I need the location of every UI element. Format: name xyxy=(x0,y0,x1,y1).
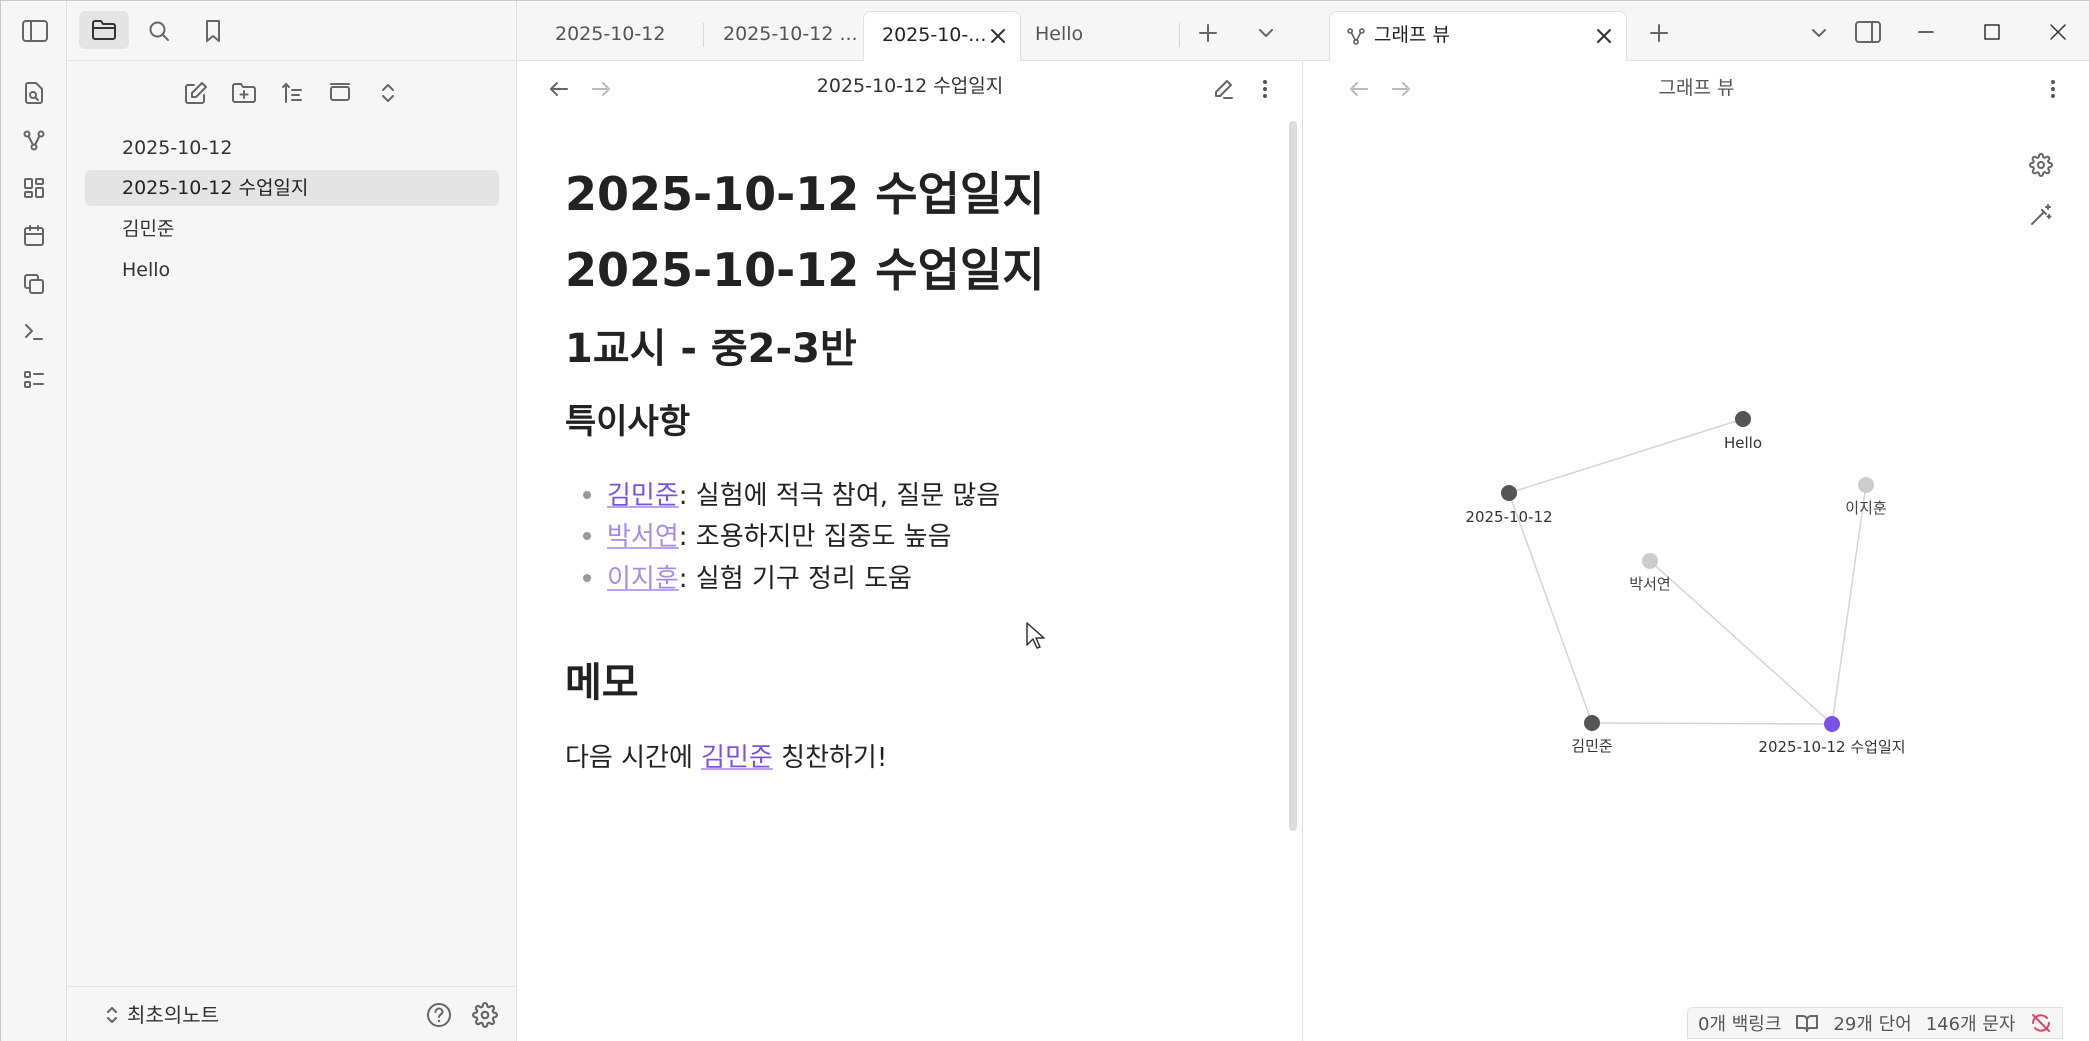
note-title-header[interactable]: 2025-10-12 수업일지 xyxy=(517,71,1303,98)
help-icon[interactable] xyxy=(423,999,455,1031)
graph-canvas[interactable]: Hello 2025-10-12 이지훈 박서연 김민준 2025-10-12 … xyxy=(1303,1,2089,1001)
graph-node-dot[interactable] xyxy=(1735,411,1751,427)
graph-node-label: Hello xyxy=(1724,434,1762,452)
list-item: 김민준: 실험에 적극 참여, 질문 많음 xyxy=(565,475,1255,517)
file-explorer-sidebar: 2025-10-12 2025-10-12 수업일지 김민준 Hello 최초의… xyxy=(67,1,517,1041)
copy-icon[interactable] xyxy=(18,268,50,300)
sidebar-toggle-icon[interactable] xyxy=(19,15,51,47)
graph-node-label: 박서연 xyxy=(1629,575,1670,593)
new-folder-icon[interactable] xyxy=(227,76,261,110)
memo-heading: 메모 xyxy=(565,660,639,706)
graph-node-dot-active[interactable] xyxy=(1824,716,1840,732)
graph-node-minjun[interactable]: 김민준 xyxy=(1571,715,1613,755)
unresolved-link[interactable]: 이지훈 xyxy=(607,564,679,594)
terminal-icon[interactable] xyxy=(18,316,50,348)
scrollbar[interactable] xyxy=(1289,121,1297,831)
tab-list-chevron-icon[interactable] xyxy=(1250,17,1282,49)
tab-separator xyxy=(1179,23,1180,47)
bullet-icon xyxy=(583,574,591,582)
memo-paragraph: 다음 시간에 김민준 칭찬하기! xyxy=(565,743,888,773)
mouse-cursor-icon xyxy=(1025,621,1047,651)
file-item-2025-10-12[interactable]: 2025-10-12 xyxy=(85,130,499,166)
ribbon xyxy=(1,1,67,1041)
graph-node-label: 2025-10-12 xyxy=(1465,508,1552,526)
edit-pencil-icon[interactable] xyxy=(1207,73,1239,105)
dashboard-icon[interactable] xyxy=(18,172,50,204)
graph-edge xyxy=(1508,492,1593,724)
status-bar: 0개 백링크 29개 단어 146개 문자 xyxy=(1687,1007,2063,1039)
editor-pane: 2025-10-12 2025-10-12 ... 2025-10-... He… xyxy=(517,1,1303,1041)
graph-icon[interactable] xyxy=(18,124,50,156)
list-icon[interactable] xyxy=(18,364,50,396)
file-search-icon[interactable] xyxy=(18,77,50,109)
vault-name[interactable]: 최초의노트 xyxy=(127,999,219,1028)
graph-node-jihoon[interactable]: 이지훈 xyxy=(1845,477,1887,517)
bullet-icon xyxy=(583,532,591,540)
char-count: 146개 문자 xyxy=(1925,1014,2016,1035)
internal-link[interactable]: 김민준 xyxy=(701,743,773,773)
word-count: 29개 단어 xyxy=(1833,1014,1912,1035)
new-note-icon[interactable] xyxy=(179,76,213,110)
graph-node-dot[interactable] xyxy=(1584,715,1600,731)
graph-edge xyxy=(1831,484,1867,725)
unresolved-link[interactable]: 박서연 xyxy=(607,522,679,552)
graph-edge xyxy=(1508,418,1744,494)
graph-edges xyxy=(1508,418,1867,725)
sync-off-icon[interactable] xyxy=(2030,1012,2052,1034)
folder-icon[interactable] xyxy=(79,11,129,49)
tab-2025-10-12-journal[interactable]: 2025-10-12 ... xyxy=(705,11,865,61)
heading-1: 2025-10-12 수업일지 xyxy=(565,167,1045,221)
tab-2025-10-12[interactable]: 2025-10-12 xyxy=(537,11,707,61)
obsidian-window: 2025-10-12 2025-10-12 수업일지 김민준 Hello 최초의… xyxy=(0,0,2089,1041)
file-item-kim-minjun[interactable]: 김민준 xyxy=(85,211,499,247)
bullet-icon xyxy=(583,491,591,499)
graph-edge xyxy=(1649,560,1833,725)
graph-node-label: 이지훈 xyxy=(1845,499,1886,517)
graph-edge xyxy=(1591,722,1833,725)
chevron-updown-icon xyxy=(107,1007,117,1023)
settings-icon[interactable] xyxy=(469,999,501,1031)
heading-2: 1교시 - 중2-3반 xyxy=(565,326,857,372)
graph-node-label: 김민준 xyxy=(1571,737,1613,755)
expand-collapse-icon[interactable] xyxy=(371,76,405,110)
sidebar-tab-bar xyxy=(67,1,517,61)
graph-node-label: 2025-10-12 수업일지 xyxy=(1758,738,1905,756)
graph-node-2025-10-12[interactable]: 2025-10-12 xyxy=(1465,485,1553,526)
heading-1-duplicate: 2025-10-12 수업일지 xyxy=(565,243,1045,297)
graph-node-hello[interactable]: Hello xyxy=(1724,411,1762,452)
bookmark-icon[interactable] xyxy=(197,15,229,47)
heading-3: 특이사항 xyxy=(565,402,691,442)
sort-icon[interactable] xyxy=(275,76,309,110)
graph-node-dot[interactable] xyxy=(1501,485,1517,501)
vault-switcher-bar: 최초의노트 xyxy=(67,986,517,1041)
editor-tab-bar: 2025-10-12 2025-10-12 ... 2025-10-... He… xyxy=(517,1,1303,61)
tab-active-journal[interactable]: 2025-10-... xyxy=(863,11,1021,61)
list-item: 이지훈: 실험 기구 정리 도움 xyxy=(565,558,1255,600)
list-item: 박서연: 조용하지만 집중도 높음 xyxy=(565,516,1255,558)
new-tab-icon[interactable] xyxy=(1192,17,1224,49)
graph-view-pane: 그래프 뷰 그래프 뷰 Hello 2025-10-12 이지훈 박서연 김민준… xyxy=(1303,1,2089,1041)
calendar-icon[interactable] xyxy=(18,220,50,252)
tab-hello[interactable]: Hello xyxy=(1017,11,1187,61)
backlinks-count[interactable]: 0개 백링크 xyxy=(1698,1010,1781,1036)
graph-node-dot[interactable] xyxy=(1642,553,1658,569)
collapse-view-icon[interactable] xyxy=(323,76,357,110)
more-options-icon[interactable] xyxy=(1249,73,1281,105)
file-item-hello[interactable]: Hello xyxy=(85,252,499,288)
graph-node-dot[interactable] xyxy=(1858,477,1874,493)
search-icon[interactable] xyxy=(143,15,175,47)
close-tab-icon[interactable] xyxy=(986,24,1010,48)
tab-separator xyxy=(703,23,704,47)
internal-link[interactable]: 김민준 xyxy=(607,481,679,511)
graph-node-journal[interactable]: 2025-10-12 수업일지 xyxy=(1758,716,1906,756)
reading-view-icon[interactable] xyxy=(1795,1013,1819,1033)
file-item-2025-10-12-journal[interactable]: 2025-10-12 수업일지 xyxy=(85,170,499,206)
